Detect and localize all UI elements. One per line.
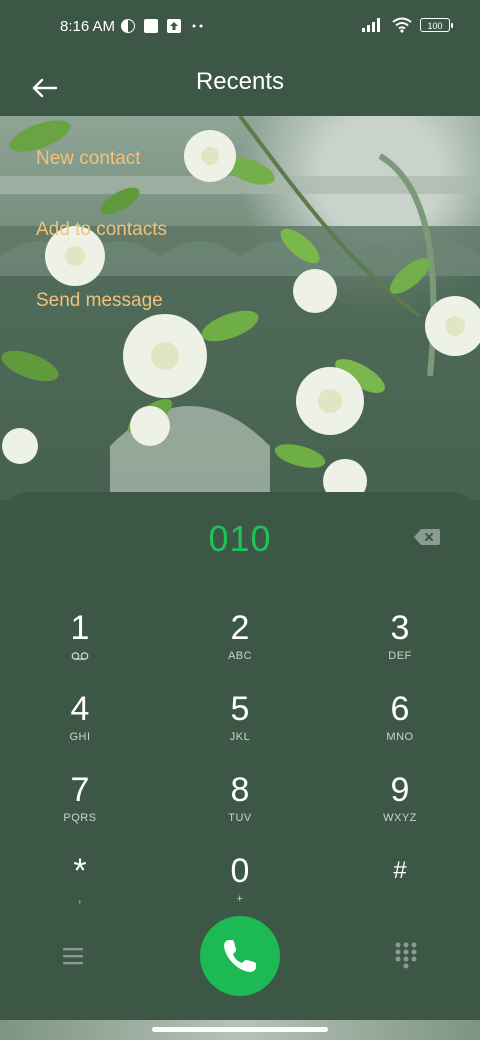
wifi-icon	[392, 17, 412, 33]
status-bar: 8:16 AM 100	[0, 0, 480, 56]
vpn-icon	[121, 19, 135, 33]
key-digit: 7	[70, 771, 90, 809]
key-digit: 3	[390, 609, 410, 647]
key-digit: 4	[70, 690, 90, 728]
dialpad-grid-icon	[395, 942, 417, 969]
signal-icon	[362, 18, 380, 32]
key-letters: +	[236, 893, 244, 905]
key-digit: 9	[390, 771, 410, 809]
backspace-button[interactable]	[412, 526, 442, 548]
key-1[interactable]: 1	[20, 608, 140, 686]
key-digit: 8	[230, 771, 250, 809]
send-message-link[interactable]: Send message	[36, 290, 163, 312]
key-8[interactable]: 8 TUV	[180, 770, 300, 848]
key-2[interactable]: 2 ABC	[180, 608, 300, 686]
add-to-contacts-link[interactable]: Add to contacts	[36, 219, 167, 241]
key-digit: 2	[230, 609, 250, 647]
key-letters: ABC	[227, 650, 253, 662]
more-dots-icon	[192, 24, 203, 28]
key-letters: DEF	[388, 650, 412, 662]
key-letters: WXYZ	[383, 812, 417, 824]
key-digit: 5	[230, 690, 250, 728]
key-digit: *	[73, 852, 87, 890]
dialpad-toggle-button[interactable]	[392, 940, 420, 972]
wallpaper-background: New contact Add to contacts Send message	[0, 116, 480, 500]
key-letters: TUV	[228, 812, 252, 824]
key-9[interactable]: 9 WXYZ	[340, 770, 460, 848]
menu-button[interactable]	[58, 944, 88, 968]
key-7[interactable]: 7 PQRS	[20, 770, 140, 848]
call-button[interactable]	[200, 916, 280, 996]
dialed-number: 010	[208, 518, 272, 559]
battery-icon: 100	[420, 18, 453, 32]
home-indicator[interactable]	[152, 1027, 328, 1032]
notification-square-icon	[144, 19, 158, 33]
key-6[interactable]: 6 MNO	[340, 689, 460, 767]
new-contact-link[interactable]: New contact	[36, 148, 141, 170]
key-letters: ,	[78, 893, 82, 905]
key-4[interactable]: 4 GHI	[20, 689, 140, 767]
key-letters: MNO	[386, 731, 414, 743]
key-3[interactable]: 3 DEF	[340, 608, 460, 686]
phone-icon	[224, 940, 256, 972]
status-time: 8:16 AM	[60, 18, 116, 35]
voicemail-icon	[71, 652, 89, 660]
key-letters: JKL	[229, 731, 251, 743]
key-hash[interactable]: #	[340, 851, 460, 929]
key-digit: 0	[230, 852, 250, 890]
header: Recents	[0, 56, 480, 116]
hamburger-menu-icon	[63, 948, 83, 965]
key-letters: PQRS	[63, 812, 97, 824]
page-title: Recents	[195, 68, 285, 95]
dialer-panel: 010 1 2 ABC 3 DEF 4 GHI 5 JKL 6 MNO 7 PQ…	[0, 492, 480, 1040]
upload-icon	[167, 19, 181, 33]
key-star[interactable]: * ,	[20, 851, 140, 929]
key-5[interactable]: 5 JKL	[180, 689, 300, 767]
key-letters: GHI	[69, 731, 91, 743]
key-digit: #	[393, 857, 407, 884]
key-digit: 6	[390, 690, 410, 728]
backspace-icon	[414, 529, 440, 545]
key-digit: 1	[70, 609, 90, 647]
